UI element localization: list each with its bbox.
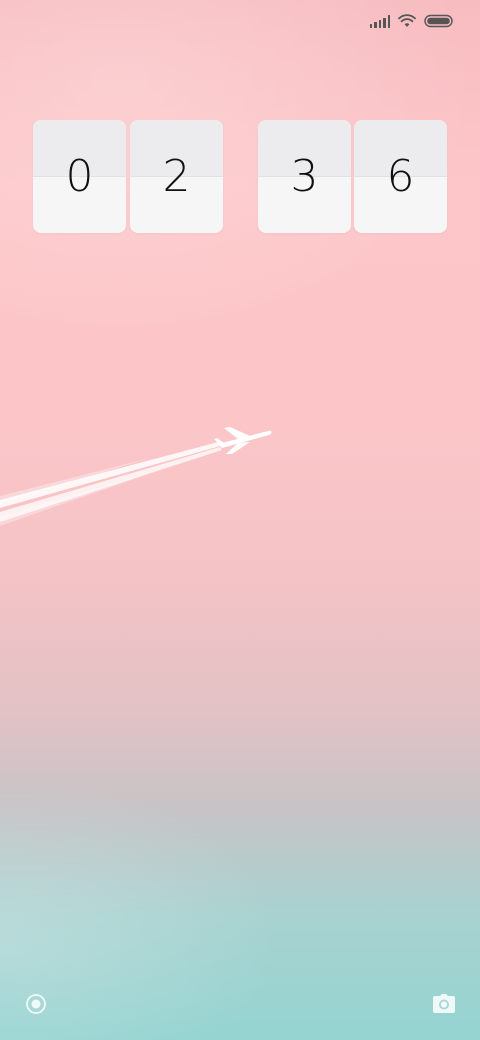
clock-tile-hour-tens: 0	[33, 120, 126, 233]
clock-digit: 2	[162, 151, 191, 202]
clock-digit: 6	[386, 151, 415, 202]
clock-tile-hour-ones: 2	[130, 120, 223, 233]
wifi-icon	[398, 14, 416, 28]
status-bar	[369, 12, 455, 30]
camera-shortcut[interactable]	[432, 993, 456, 1015]
flip-clock: 0 2 3 6	[33, 120, 447, 233]
clock-digit: 3	[290, 151, 319, 202]
battery-icon	[424, 14, 454, 28]
airplane-wallpaper	[0, 427, 272, 526]
clock-tile-minute-tens: 3	[258, 120, 351, 233]
camera-icon	[433, 994, 455, 1013]
clock-tile-minute-ones: 6	[354, 120, 447, 233]
airplane-icon	[214, 427, 272, 454]
lock-screen: 0 2 3 6	[0, 0, 480, 1040]
control-center-shortcut[interactable]	[24, 992, 48, 1016]
contrail	[0, 441, 224, 526]
control-center-icon	[26, 994, 46, 1014]
clock-digit: 0	[65, 151, 94, 202]
cellular-signal-icon	[369, 14, 390, 28]
